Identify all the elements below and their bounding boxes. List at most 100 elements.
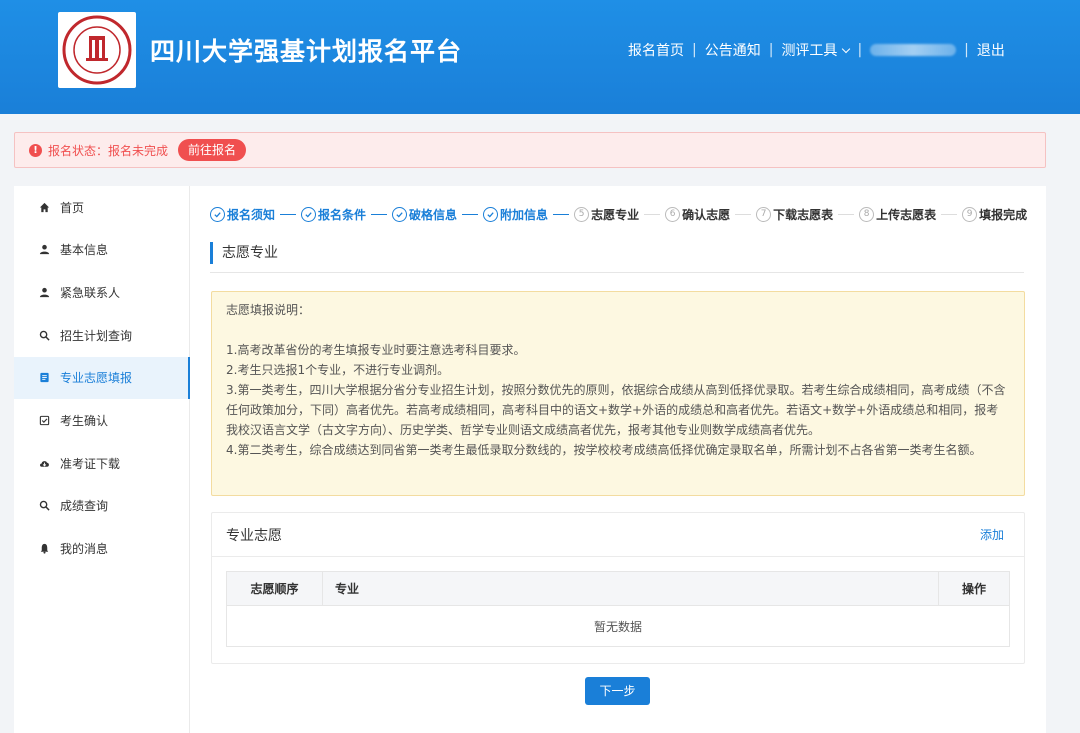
user-icon bbox=[38, 286, 50, 298]
checkbox-icon bbox=[38, 415, 50, 427]
sidebar-item-label: 考生确认 bbox=[60, 414, 109, 428]
step-number-icon: 9 bbox=[962, 206, 978, 222]
check-circle-icon bbox=[392, 206, 408, 222]
sidebar-item-label: 首页 bbox=[60, 200, 85, 215]
step-connector bbox=[553, 213, 570, 215]
sidebar-item-label: 我的消息 bbox=[60, 542, 109, 557]
top-header: 四川大学强基计划报名平台 报名首页 | 公告通知 | 测评工具 | | 退出 bbox=[0, 0, 1080, 114]
step-7: 7 下载志愿表 bbox=[756, 206, 833, 223]
check-circle-icon bbox=[483, 206, 499, 222]
sidebar-item-admission-ticket[interactable]: 准考证下载 bbox=[14, 442, 190, 484]
card-title: 专业志愿 bbox=[226, 527, 282, 544]
sidebar-item-label: 紧急联系人 bbox=[60, 285, 121, 300]
sidebar: 首页基本信息紧急联系人招生计划查询 专业志愿填报 考生确认准考证下载成绩查询我的消息 bbox=[14, 186, 190, 733]
sidebar-item-basic-info[interactable]: 基本信息 bbox=[14, 229, 190, 271]
step-connector bbox=[644, 213, 661, 215]
notice-item: 3.第一类考生，四川大学根据分省分专业招生计划，按照分数优先的原则，依据综合成绩… bbox=[226, 383, 1006, 437]
sidebar-item-candidate-confirm[interactable]: 考生确认 bbox=[14, 400, 190, 442]
top-nav: 报名首页 | 公告通知 | 测评工具 | | 退出 bbox=[628, 40, 1005, 60]
step-1: 报名须知 bbox=[210, 206, 275, 223]
warning-icon: ! bbox=[29, 143, 42, 157]
step-2: 报名条件 bbox=[301, 206, 366, 223]
step-number-icon: 6 bbox=[665, 206, 681, 222]
form-icon bbox=[38, 372, 50, 384]
card-header: 专业志愿 添加 bbox=[212, 513, 1024, 557]
sidebar-item-emergency-contact[interactable]: 紧急联系人 bbox=[14, 271, 190, 313]
registration-status-bar: ! 报名状态：报名未完成 前往报名 bbox=[14, 132, 1046, 168]
check-circle-icon bbox=[210, 206, 225, 222]
major-preferences-card: 专业志愿 添加 志愿顺序 专业 操作 暂无数据 bbox=[211, 512, 1025, 664]
step-5: 5 志愿专业 bbox=[574, 206, 639, 223]
divider bbox=[210, 272, 1024, 273]
nav-announcements[interactable]: 公告通知 bbox=[705, 40, 761, 60]
home-icon bbox=[38, 201, 50, 213]
nav-home[interactable]: 报名首页 bbox=[628, 40, 684, 60]
step-label: 报名条件 bbox=[318, 207, 367, 222]
username-redacted[interactable] bbox=[870, 44, 957, 56]
next-step-button[interactable]: 下一步 bbox=[585, 677, 650, 705]
preferences-table: 志愿顺序 专业 操作 暂无数据 bbox=[226, 571, 1010, 647]
notice-item: 4.第二类考生，综合成绩达到同省第一类考生最低录取分数线的，按学校校考成绩高低择… bbox=[226, 443, 982, 457]
logout-link[interactable]: 退出 bbox=[977, 40, 1005, 60]
column-major: 专业 bbox=[323, 572, 939, 605]
step-4: 附加信息 bbox=[483, 206, 548, 223]
nav-separator: | bbox=[768, 42, 774, 58]
check-circle-icon bbox=[301, 206, 317, 222]
instructions-notice: 志愿填报说明： 1.高考改革省份的考生填报专业时要注意选考科目要求。 2.考生只… bbox=[211, 291, 1025, 496]
table-header: 志愿顺序 专业 操作 bbox=[227, 572, 1009, 606]
section-title: 志愿专业 bbox=[210, 242, 278, 264]
search-icon bbox=[38, 329, 50, 341]
step-8: 8 上传志愿表 bbox=[859, 206, 936, 223]
step-connector bbox=[941, 213, 958, 215]
nav-assessment-label: 测评工具 bbox=[781, 43, 838, 59]
column-actions: 操作 bbox=[961, 582, 986, 596]
step-number-icon: 5 bbox=[574, 206, 590, 222]
column-order: 志愿顺序 bbox=[227, 572, 323, 605]
notice-item: 1.高考改革省份的考生填报专业时要注意选考科目要求。 bbox=[226, 343, 526, 357]
step-3: 破格信息 bbox=[392, 206, 457, 223]
go-register-button[interactable]: 前往报名 bbox=[178, 139, 247, 161]
step-label: 附加信息 bbox=[500, 207, 549, 222]
sidebar-item-home[interactable]: 首页 bbox=[14, 186, 190, 228]
sidebar-item-label: 准考证下载 bbox=[60, 456, 121, 471]
chevron-down-icon bbox=[842, 44, 851, 54]
nav-assessment-tools[interactable]: 测评工具 bbox=[781, 40, 851, 60]
sidebar-item-admission-plan[interactable]: 招生计划查询 bbox=[14, 314, 190, 356]
nav-separator: | bbox=[857, 42, 863, 58]
search-icon bbox=[38, 500, 50, 512]
sidebar-item-label: 基本信息 bbox=[60, 243, 109, 258]
step-9: 9 填报完成 bbox=[962, 206, 1027, 223]
cloud-download-icon bbox=[38, 457, 50, 469]
step-label: 确认志愿 bbox=[682, 207, 731, 222]
sidebar-item-score-query[interactable]: 成绩查询 bbox=[14, 485, 190, 527]
nav-separator: | bbox=[964, 42, 969, 58]
sidebar-item-label: 专业志愿填报 bbox=[60, 371, 133, 386]
step-label: 填报完成 bbox=[979, 207, 1028, 222]
status-text: 报名状态：报名未完成 bbox=[48, 143, 169, 158]
step-label: 上传志愿表 bbox=[876, 207, 937, 222]
sidebar-item-major-preference[interactable]: 专业志愿填报 bbox=[14, 356, 190, 399]
empty-data-text: 暂无数据 bbox=[593, 619, 642, 634]
nav-separator: | bbox=[692, 42, 697, 58]
site-title: 四川大学强基计划报名平台 bbox=[150, 37, 463, 66]
step-number-icon: 8 bbox=[859, 206, 875, 222]
university-logo bbox=[58, 12, 136, 88]
step-connector bbox=[280, 213, 297, 215]
add-preference-link[interactable]: 添加 bbox=[980, 526, 1004, 543]
step-label: 破格信息 bbox=[409, 207, 458, 222]
notice-item: 2.考生只选报1个专业，不进行专业调剂。 bbox=[226, 363, 450, 377]
sidebar-item-my-messages[interactable]: 我的消息 bbox=[14, 528, 190, 570]
bell-icon bbox=[38, 543, 50, 555]
step-connector bbox=[838, 213, 855, 215]
step-number-icon: 7 bbox=[756, 206, 772, 222]
step-connector bbox=[462, 213, 479, 215]
step-connector bbox=[735, 213, 752, 215]
step-connector bbox=[371, 213, 388, 215]
step-label: 报名须知 bbox=[227, 207, 276, 222]
notice-heading: 志愿填报说明： bbox=[226, 303, 311, 317]
sidebar-item-label: 招生计划查询 bbox=[60, 328, 133, 343]
user-icon bbox=[38, 244, 50, 256]
step-6: 6 确认志愿 bbox=[665, 206, 730, 223]
sidebar-item-label: 成绩查询 bbox=[60, 499, 109, 514]
progress-steps: 报名须知 报名条件 破格信息 附加信息 5 志愿专业 6 确认志愿 7 下载志愿表 8 上传志愿表 9 填… bbox=[210, 204, 1030, 224]
